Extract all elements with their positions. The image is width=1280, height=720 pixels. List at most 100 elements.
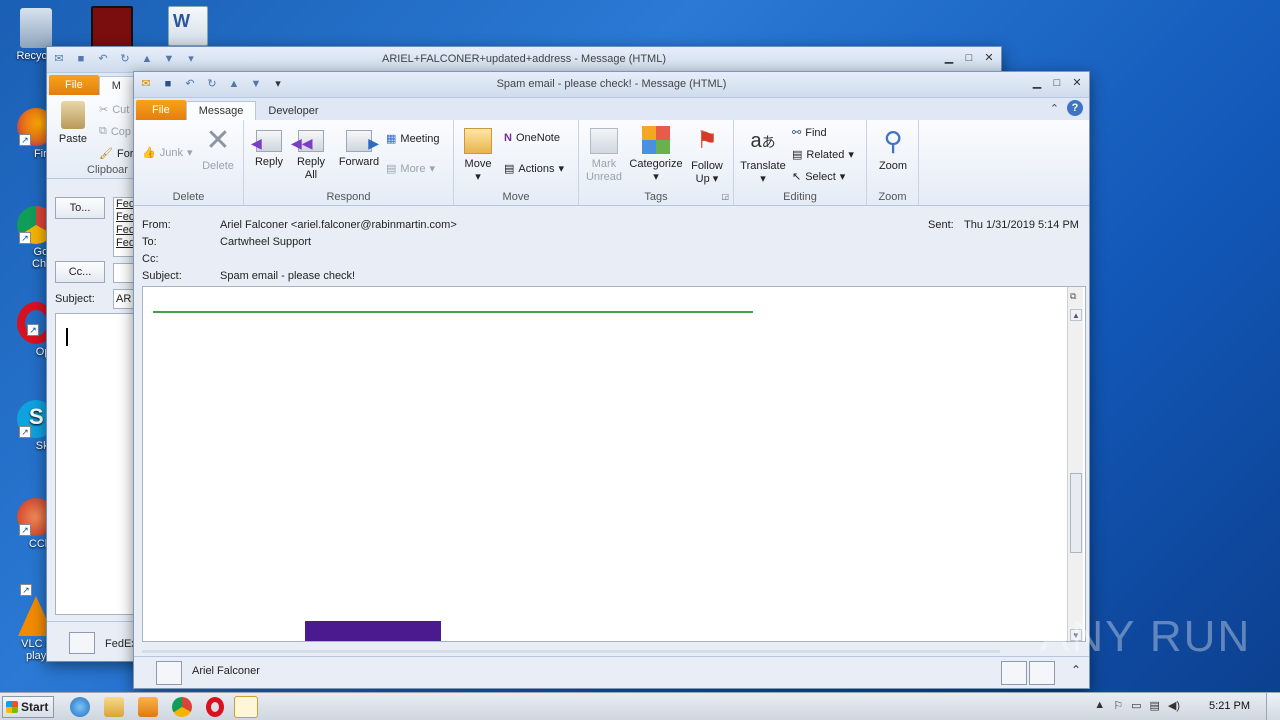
reading-scrollbar[interactable]: ⧉ ▲ ▼ bbox=[1067, 287, 1083, 641]
pointer-icon: ↖ bbox=[792, 171, 802, 183]
related-icon: ▤ bbox=[792, 149, 803, 161]
volume-icon[interactable]: ◀) bbox=[1168, 699, 1180, 712]
explorer-icon[interactable] bbox=[104, 697, 124, 717]
editing-group: aあ Translate ▾ ⚯ Find ▤ Related ▾ ↖ Select ▾ … bbox=[734, 120, 867, 205]
minimize-button[interactable]: ▁ bbox=[941, 51, 957, 65]
copy-button[interactable]: ⧉ Cop bbox=[99, 125, 131, 138]
sent-label: Sent: bbox=[928, 219, 954, 231]
cc-button[interactable]: Cc... bbox=[55, 261, 105, 283]
ribbon-collapse-icon[interactable]: ⌃ bbox=[1050, 102, 1059, 115]
tab-message[interactable]: M bbox=[98, 76, 134, 95]
window-controls: ▁ □ ✕ bbox=[941, 51, 997, 65]
move-button[interactable]: Move ▾ bbox=[460, 126, 496, 184]
group-label: Zoom bbox=[878, 191, 907, 203]
copy-icon: ⧉ bbox=[99, 125, 107, 137]
translate-button[interactable]: aあ Translate ▾ bbox=[738, 126, 788, 186]
desktop-icon-acrobat[interactable] bbox=[80, 6, 144, 50]
flag-icon[interactable]: ⚐ bbox=[1113, 699, 1123, 712]
actions-icon: ▤ bbox=[504, 163, 515, 175]
people-pane-name[interactable]: Ariel Falconer bbox=[192, 665, 260, 677]
reply-button[interactable]: ◀ Reply bbox=[251, 126, 286, 169]
related-button[interactable]: ▤ Related ▾ bbox=[792, 148, 854, 162]
format-painter-button[interactable]: 🖌 For bbox=[99, 147, 133, 161]
subject-label: Subject: bbox=[55, 293, 95, 305]
scroll-thumb[interactable] bbox=[1070, 473, 1082, 553]
brush-icon: 🖌 bbox=[99, 148, 113, 160]
paste-icon bbox=[61, 101, 85, 129]
recycle-bin-icon bbox=[20, 8, 52, 48]
actions-button[interactable]: ▤ Actions ▾ bbox=[504, 162, 564, 176]
categorize-button[interactable]: Categorize ▾ bbox=[627, 126, 685, 184]
scroll-up-arrow[interactable]: ▲ bbox=[1070, 309, 1082, 321]
close-button[interactable]: ✕ bbox=[981, 51, 997, 65]
to-value[interactable]: Cartwheel Support bbox=[220, 236, 311, 248]
autosize-icon[interactable]: ⧉ bbox=[1070, 291, 1076, 302]
more-icon: ▤ bbox=[386, 163, 397, 175]
expand-chevron-icon[interactable]: ⌃ bbox=[1071, 663, 1081, 677]
cc-label: Cc: bbox=[142, 253, 159, 265]
contact-avatar bbox=[1001, 661, 1027, 685]
delete-x-icon: ✕ bbox=[205, 124, 231, 157]
tab-message[interactable]: Message bbox=[185, 101, 257, 120]
clock[interactable]: 5:21 PM bbox=[1209, 700, 1250, 712]
opera-taskbar-icon[interactable] bbox=[206, 697, 224, 717]
text-cursor bbox=[66, 328, 68, 346]
move-folder-icon bbox=[464, 128, 492, 154]
more-button[interactable]: ▤ More ▾ bbox=[386, 162, 435, 176]
find-button[interactable]: ⚯ Find bbox=[792, 126, 827, 140]
group-label: Tags bbox=[644, 191, 668, 203]
cut-button[interactable]: ✂ Cut bbox=[99, 103, 129, 117]
calendar-icon: ▦ bbox=[386, 133, 397, 145]
tab-file[interactable]: File bbox=[49, 75, 99, 95]
group-label: Respond bbox=[326, 191, 371, 203]
compose-titlebar: ✉ ■ ↶ ↻ ▲ ▼ ▾ ARIEL+FALCONER+updated+add… bbox=[47, 47, 1001, 73]
show-desktop-button[interactable] bbox=[1266, 693, 1280, 720]
reading-pane[interactable]: ⧉ ▲ ▼ bbox=[142, 286, 1086, 642]
magnifier-icon: ⚲ bbox=[883, 126, 903, 156]
green-divider bbox=[153, 311, 753, 313]
tray-expand-icon[interactable]: ▲ bbox=[1094, 699, 1105, 712]
move-group: Move ▾ N OneNote ▤ Actions ▾ Move bbox=[454, 120, 579, 205]
junk-button[interactable]: 👍 Junk ▾ bbox=[142, 146, 192, 160]
from-value[interactable]: Ariel Falconer <ariel.falconer@rabinmart… bbox=[220, 219, 457, 231]
delete-button[interactable]: ✕ Delete bbox=[200, 126, 236, 173]
follow-up-button[interactable]: ⚑ Follow Up ▾ bbox=[687, 126, 727, 186]
reply-all-button[interactable]: ◀◀ Reply All bbox=[291, 126, 328, 182]
printer-icon[interactable]: ▭ bbox=[1131, 699, 1141, 712]
to-button[interactable]: To... bbox=[55, 197, 105, 219]
contact-avatar bbox=[69, 632, 95, 654]
tab-developer[interactable]: Developer bbox=[256, 102, 330, 120]
start-button[interactable]: Start bbox=[2, 696, 54, 718]
sent-value: Thu 1/31/2019 5:14 PM bbox=[964, 219, 1079, 231]
mark-unread-icon bbox=[590, 128, 618, 154]
reply-icon: ◀ bbox=[251, 130, 282, 152]
close-button[interactable]: ✕ bbox=[1069, 76, 1085, 90]
message-ribbon-tabs: File Message Developer ⌃ ? bbox=[134, 98, 1089, 120]
maximize-button[interactable]: □ bbox=[1049, 76, 1065, 90]
forward-button[interactable]: ▶ Forward bbox=[336, 126, 382, 169]
mark-unread-button[interactable]: Mark Unread bbox=[583, 126, 625, 184]
paste-button[interactable]: Paste bbox=[55, 101, 91, 146]
ie-icon[interactable] bbox=[70, 697, 90, 717]
media-player-icon[interactable] bbox=[138, 697, 158, 717]
desktop-icon-word[interactable]: W bbox=[156, 6, 220, 48]
chrome-taskbar-icon[interactable] bbox=[172, 697, 192, 717]
network-icon[interactable]: ▤ bbox=[1149, 699, 1159, 712]
outlook-taskbar-icon[interactable] bbox=[234, 696, 258, 718]
message-window[interactable]: ✉ ■ ↶ ↻ ▲ ▼ ▾ Spam email - please check!… bbox=[133, 71, 1090, 689]
contact-avatar bbox=[156, 661, 182, 685]
maximize-button[interactable]: □ bbox=[961, 51, 977, 65]
message-ribbon: 👍 Junk ▾ ✕ Delete Delete ◀ Reply ◀◀ Reply … bbox=[134, 120, 1089, 206]
select-button[interactable]: ↖ Select ▾ bbox=[792, 170, 845, 184]
subject-label: Subject: bbox=[142, 270, 182, 282]
taskbar: Start ▲ ⚐ ▭ ▤ ◀) 5:21 PM bbox=[0, 692, 1280, 720]
tab-file[interactable]: File bbox=[136, 100, 186, 120]
zoom-group: ⚲ Zoom Zoom bbox=[867, 120, 919, 205]
zoom-button[interactable]: ⚲ Zoom bbox=[873, 126, 913, 173]
help-icon[interactable]: ? bbox=[1067, 100, 1083, 116]
group-label: Editing bbox=[783, 191, 817, 203]
meeting-button[interactable]: ▦ Meeting bbox=[386, 132, 440, 146]
onenote-button[interactable]: N OneNote bbox=[504, 132, 560, 144]
dialog-launcher-icon[interactable]: ◲ bbox=[721, 192, 729, 201]
minimize-button[interactable]: ▁ bbox=[1029, 76, 1045, 90]
